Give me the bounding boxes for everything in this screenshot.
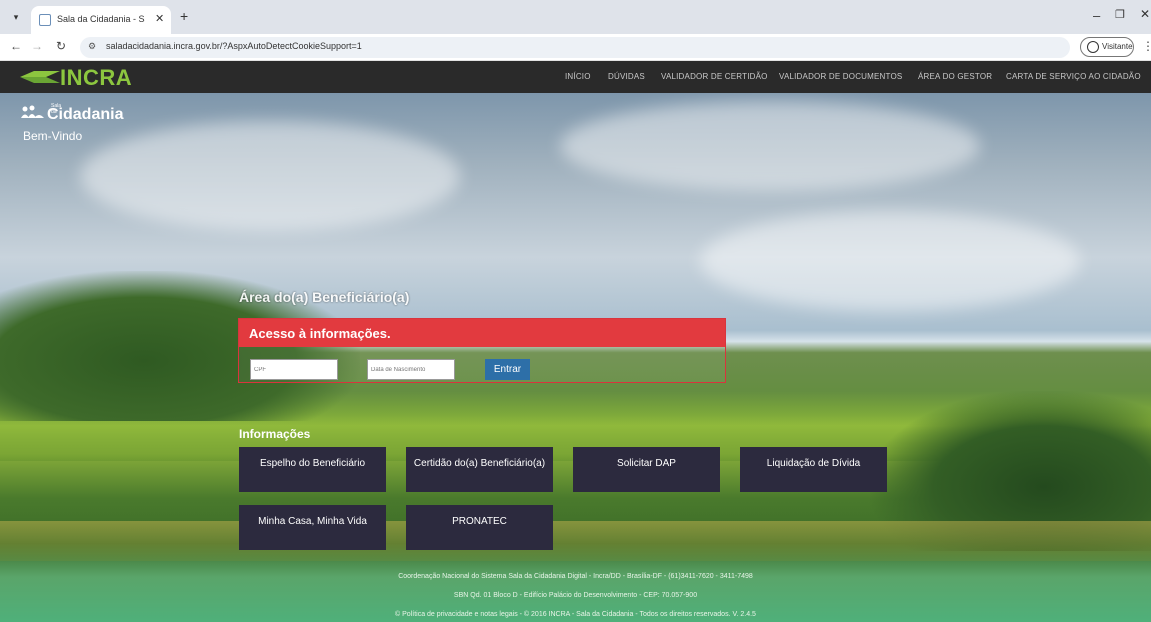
nav-inicio[interactable]: INÍCIO <box>565 72 591 81</box>
footer-copyright[interactable]: © Política de privacidade e notas legais… <box>0 611 1151 618</box>
incra-logo-text[interactable]: INCRA <box>60 65 132 91</box>
cloud-shape <box>80 121 460 231</box>
forward-arrow-icon[interactable]: → <box>31 39 43 53</box>
site-header: INCRA INÍCIO DÚVIDAS VALIDADOR DE CERTID… <box>0 61 1151 93</box>
new-tab-icon[interactable]: + <box>180 8 188 24</box>
card-liquidacao-divida[interactable]: Liquidação de Dívida <box>740 447 887 492</box>
card-certidao-beneficiario[interactable]: Certidão do(a) Beneficiário(a) <box>406 447 553 492</box>
footer-address: SBN Qd. 01 Bloco D - Edifício Palácio do… <box>453 592 698 599</box>
url-text[interactable]: saladacidadania.incra.gov.br/?AspxAutoDe… <box>106 41 362 51</box>
nav-area-gestor[interactable]: ÁREA DO GESTOR <box>918 72 992 81</box>
cloud-shape <box>560 101 980 191</box>
cpf-input[interactable] <box>250 359 338 380</box>
card-solicitar-dap[interactable]: Solicitar DAP <box>573 447 720 492</box>
nav-validador-certidao[interactable]: VALIDADOR DE CERTIDÃO <box>661 72 768 81</box>
browser-tab[interactable]: Sala da Cidadania - Sala da Cid ✕ <box>31 6 171 34</box>
incra-logo-icon <box>20 71 60 83</box>
access-header: Acesso à informações. <box>239 319 725 347</box>
enter-button[interactable]: Entrar <box>485 359 530 380</box>
footer-coordination: Coordenação Nacional do Sistema Sala da … <box>398 573 753 580</box>
birth-date-input[interactable] <box>367 359 455 380</box>
site-info-icon[interactable]: ⚙ <box>88 41 96 52</box>
nav-duvidas[interactable]: DÚVIDAS <box>608 72 645 81</box>
restore-icon[interactable]: ❐ <box>1115 8 1125 21</box>
brand-name: Cidadania <box>47 106 124 123</box>
page-background: INCRA INÍCIO DÚVIDAS VALIDADOR DE CERTID… <box>0 61 1151 622</box>
profile-button[interactable]: Visitante <box>1080 37 1134 57</box>
profile-label: Visitante <box>1102 42 1133 51</box>
welcome-text: Bem-Vindo <box>23 129 83 143</box>
address-bar[interactable]: ⚙ saladacidadania.incra.gov.br/?AspxAuto… <box>80 37 1070 58</box>
minimize-icon[interactable]: – <box>1093 8 1100 23</box>
flower-field <box>0 521 1151 561</box>
tab-favicon-icon <box>39 14 51 26</box>
nav-carta-servico[interactable]: CARTA DE SERVIÇO AO CIDADÃO <box>1006 72 1141 81</box>
access-panel: Acesso à informações. Entrar <box>238 318 726 383</box>
card-minha-casa-minha-vida[interactable]: Minha Casa, Minha Vida <box>239 505 386 550</box>
kebab-menu-icon[interactable]: ⋮ <box>1142 39 1151 53</box>
tab-title: Sala da Cidadania - Sala da Cid <box>57 14 145 24</box>
people-icon <box>21 105 44 118</box>
tab-close-icon[interactable]: ✕ <box>155 12 164 25</box>
nav-validador-documentos[interactable]: VALIDADOR DE DOCUMENTOS <box>779 72 902 81</box>
cloud-shape <box>700 211 1080 311</box>
info-section-title: Informações <box>239 427 311 441</box>
browser-toolbar: ← → ↻ ⚙ saladacidadania.incra.gov.br/?As… <box>0 34 1151 61</box>
card-pronatec[interactable]: PRONATEC <box>406 505 553 550</box>
tab-search-icon[interactable]: ▾ <box>8 9 24 25</box>
back-arrow-icon[interactable]: ← <box>10 39 22 53</box>
profile-icon <box>1087 41 1099 53</box>
area-title: Área do(a) Beneficiário(a) <box>239 289 410 305</box>
browser-tab-bar: ▾ Sala da Cidadania - Sala da Cid ✕ + – … <box>0 0 1151 34</box>
access-title: Acesso à informações. <box>249 326 391 341</box>
reload-icon[interactable]: ↻ <box>56 39 66 53</box>
window-close-icon[interactable]: ✕ <box>1140 7 1150 21</box>
card-espelho-beneficiario[interactable]: Espelho do Beneficiário <box>239 447 386 492</box>
